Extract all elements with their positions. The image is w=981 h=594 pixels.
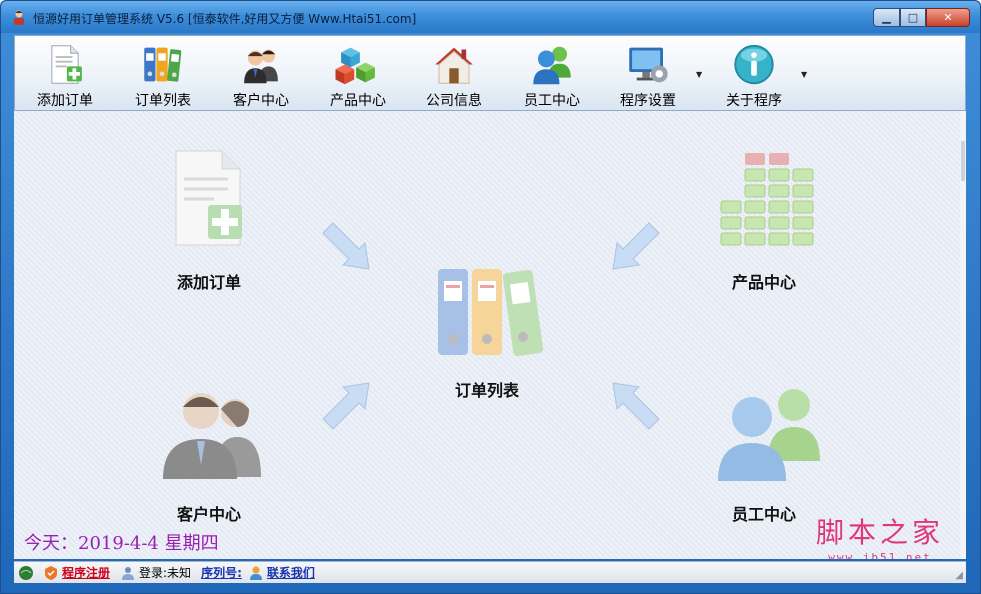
order-list-label[interactable]: 订单列表	[455, 377, 519, 401]
login-status-item: 登录:未知	[120, 564, 191, 581]
toolbar: 添加订单 订单列表 客户中心 产品中心 公司信息 员工中心 程序设置 ▼ 关于程…	[14, 35, 966, 111]
add-order-label[interactable]: 添加订单	[177, 269, 241, 293]
app-window: 恒源好用订单管理系统 V5.6 [恒泰软件,好用又方便 Www.Htai51.c…	[0, 0, 981, 594]
arrow-down-left-icon	[612, 222, 660, 270]
binders-icon	[144, 47, 182, 82]
settings-dropdown-arrow[interactable]: ▼	[696, 70, 702, 79]
toolbar-staff-center[interactable]: 员工中心	[516, 36, 588, 110]
register-link[interactable]: 程序注册	[62, 564, 110, 581]
toolbar-label: 订单列表	[135, 93, 191, 109]
toolbar-company-info[interactable]: 公司信息	[418, 36, 490, 110]
order-list-tile[interactable]	[434, 261, 550, 365]
staff-center-tile[interactable]	[714, 381, 826, 485]
toolbar-label: 公司信息	[426, 93, 482, 109]
toolbar-add-order[interactable]: 添加订单	[29, 36, 101, 110]
toolbar-order-list[interactable]: 订单列表	[127, 36, 199, 110]
toolbar-label: 员工中心	[524, 93, 580, 109]
register-link-item[interactable]: 程序注册	[43, 564, 110, 581]
toolbar-product-center[interactable]: 产品中心	[322, 36, 394, 110]
about-dropdown-arrow[interactable]: ▼	[801, 70, 807, 79]
customers-icon	[163, 393, 261, 479]
title-bar[interactable]: 恒源好用订单管理系统 V5.6 [恒泰软件,好用又方便 Www.Htai51.c…	[1, 1, 980, 33]
shield-icon	[45, 565, 57, 580]
arrow-down-right-icon	[322, 222, 370, 270]
arrow-up-right-icon	[322, 382, 370, 430]
monitor-gear-icon	[629, 47, 668, 83]
close-button[interactable]: ✕	[926, 8, 970, 27]
product-center-label[interactable]: 产品中心	[732, 269, 796, 293]
customers-icon	[244, 49, 278, 84]
toolbar-label: 关于程序	[726, 93, 782, 109]
toolbar-label: 程序设置	[620, 93, 676, 109]
customer-center-tile[interactable]	[157, 379, 269, 483]
add-document-icon	[51, 45, 82, 84]
info-icon	[734, 44, 774, 85]
toolbar-program-settings[interactable]: 程序设置	[612, 36, 684, 110]
arrow-up-left-icon	[612, 382, 660, 430]
login-status: 登录:未知	[139, 566, 192, 580]
maximize-button[interactable]: □	[900, 8, 926, 27]
app-logo-icon	[14, 10, 24, 25]
main-panel: 添加订单 产品中心 订单列表 客户中心 员工中心 今天：2019-4-4 星期四…	[14, 111, 966, 559]
cubes-icon	[335, 47, 375, 85]
user-icon	[122, 566, 135, 580]
watermark-logo: 脚本之家 www.jb51.net	[816, 511, 944, 559]
binders-icon	[438, 269, 544, 357]
product-center-tile[interactable]	[717, 151, 821, 255]
today-date: 今天：2019-4-4 星期四	[24, 533, 219, 554]
contact-item[interactable]: 联系我们	[248, 564, 315, 581]
contact-link[interactable]: 联系我们	[267, 564, 315, 581]
staff-center-label[interactable]: 员工中心	[732, 501, 796, 525]
watermark-url: www.jb51.net	[828, 551, 932, 559]
toolbar-label: 产品中心	[330, 93, 386, 109]
toolbar-label: 添加订单	[37, 93, 93, 109]
vertical-scrollbar[interactable]	[960, 111, 966, 559]
window-title: 恒源好用订单管理系统 V5.6 [恒泰软件,好用又方便 Www.Htai51.c…	[33, 12, 417, 26]
blocks-icon	[720, 153, 814, 246]
status-bar: 程序注册 登录:未知 序列号: 联系我们 ◢	[14, 561, 966, 583]
serial-item[interactable]: 序列号:	[201, 564, 242, 581]
serial-link[interactable]: 序列号:	[201, 564, 242, 581]
add-document-icon	[175, 150, 242, 246]
minimize-button[interactable]: ▁	[873, 8, 900, 27]
contact-person-icon	[249, 566, 262, 580]
toolbar-label: 客户中心	[233, 93, 289, 109]
house-icon	[435, 47, 473, 84]
customer-center-label[interactable]: 客户中心	[177, 501, 241, 525]
add-order-tile[interactable]	[164, 149, 254, 249]
toolbar-customer-center[interactable]: 客户中心	[225, 36, 297, 110]
status-globe-icon	[19, 565, 33, 580]
staff-icon	[533, 46, 571, 85]
resize-grip-icon[interactable]: ◢	[955, 570, 963, 581]
watermark-main-text: 脚本之家	[815, 516, 944, 549]
staff-icon	[718, 389, 820, 481]
toolbar-about[interactable]: 关于程序	[718, 36, 790, 110]
